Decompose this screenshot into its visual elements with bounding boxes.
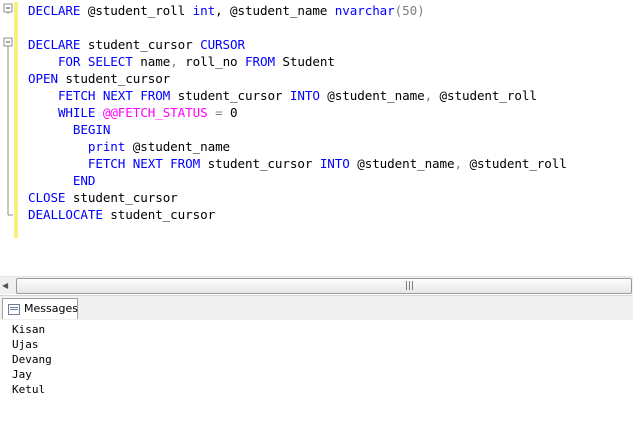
code-token: CURSOR <box>200 37 245 52</box>
code-token: @student_roll <box>461 156 567 171</box>
code-line[interactable]: END <box>28 172 567 189</box>
code-line[interactable]: DECLARE @student_roll int, @student_name… <box>28 2 567 19</box>
query-editor[interactable]: DECLARE @student_roll int, @student_name… <box>0 0 633 276</box>
code-token: Student <box>274 54 335 69</box>
code-token: , <box>170 54 178 69</box>
code-token: @@FETCH_STATUS <box>102 105 208 120</box>
messages-pane: Kisan Ujas Devang Jay Ketul <box>0 320 633 421</box>
code-token: name <box>132 54 171 69</box>
messages-icon <box>8 304 20 315</box>
code-token: int <box>192 3 216 18</box>
code-line[interactable]: BEGIN <box>28 121 567 138</box>
code-token: DECLARE <box>28 37 81 52</box>
horizontal-scrollbar[interactable]: ◀ ||| <box>0 276 633 294</box>
code-token: INTO <box>319 156 350 171</box>
code-line[interactable] <box>28 19 567 36</box>
code-line[interactable]: FETCH NEXT FROM student_cursor INTO @stu… <box>28 155 567 172</box>
code-token: student_cursor <box>80 37 201 52</box>
scroll-left-arrow-icon[interactable]: ◀ <box>2 281 8 290</box>
code-line[interactable]: OPEN student_cursor <box>28 70 567 87</box>
code-token: FOR SELECT <box>57 54 133 69</box>
code-token: student_cursor <box>57 71 171 86</box>
message-line: Ujas <box>12 338 39 351</box>
message-list: Kisan Ujas Devang Jay Ketul <box>12 322 52 397</box>
code-token: FROM <box>245 54 275 69</box>
code-line[interactable]: DECLARE student_cursor CURSOR <box>28 36 567 53</box>
code-line[interactable]: DEALLOCATE student_cursor <box>28 206 567 223</box>
message-line: Kisan <box>12 323 46 336</box>
code-token: student_cursor <box>200 156 320 171</box>
code-token: END <box>72 173 96 188</box>
code-token: , <box>424 88 433 103</box>
scrollbar-grip-icon: ||| <box>405 281 415 291</box>
collapse-icon[interactable] <box>3 3 13 13</box>
code-token: @student_roll <box>80 3 193 18</box>
code-token: FETCH NEXT FROM <box>87 156 201 171</box>
code-outline <box>3 3 13 216</box>
code-token: print <box>87 139 126 154</box>
code-line[interactable]: FOR SELECT name, roll_no FROM Student <box>28 53 567 70</box>
code-line[interactable]: print @student_name <box>28 138 567 155</box>
code-token: , <box>454 156 463 171</box>
code-token: WHILE <box>57 105 96 120</box>
code-token: @student_name <box>319 88 425 103</box>
code-token: @student_name <box>349 156 455 171</box>
code-token: INTO <box>289 88 320 103</box>
code-token: CLOSE <box>28 190 66 205</box>
code-token: nvarchar <box>334 3 395 18</box>
message-line: Ketul <box>12 383 46 396</box>
code-token: (50) <box>394 3 425 18</box>
results-tab-strip: Messages <box>0 295 633 321</box>
code-token: 0 <box>230 105 238 120</box>
code-token: = <box>207 105 231 120</box>
code-line[interactable]: CLOSE student_cursor <box>28 189 567 206</box>
scrollbar-thumb[interactable]: ||| <box>16 278 632 294</box>
code-token: roll_no <box>177 54 246 69</box>
code-token: student_cursor <box>102 207 216 222</box>
code-token: FETCH NEXT FROM <box>57 88 171 103</box>
code-token: student_cursor <box>170 88 290 103</box>
message-line: Devang <box>12 353 52 366</box>
message-line: Jay <box>12 368 32 381</box>
code-token: BEGIN <box>72 122 111 137</box>
code-token: @student_name <box>125 139 231 154</box>
tab-messages[interactable]: Messages <box>2 298 78 319</box>
collapse-icon[interactable] <box>3 37 13 47</box>
code-token: DEALLOCATE <box>28 207 103 222</box>
code-line[interactable]: FETCH NEXT FROM student_cursor INTO @stu… <box>28 87 567 104</box>
code-lines[interactable]: DECLARE @student_roll int, @student_name… <box>28 2 567 223</box>
code-token: OPEN <box>28 71 58 86</box>
code-token: student_cursor <box>65 190 178 205</box>
code-token: DECLARE <box>28 3 81 18</box>
code-token: , @student_name <box>215 3 335 18</box>
tab-messages-label: Messages <box>24 302 78 315</box>
code-token: @student_roll <box>432 88 537 103</box>
code-line[interactable]: WHILE @@FETCH_STATUS = 0 <box>28 104 567 121</box>
